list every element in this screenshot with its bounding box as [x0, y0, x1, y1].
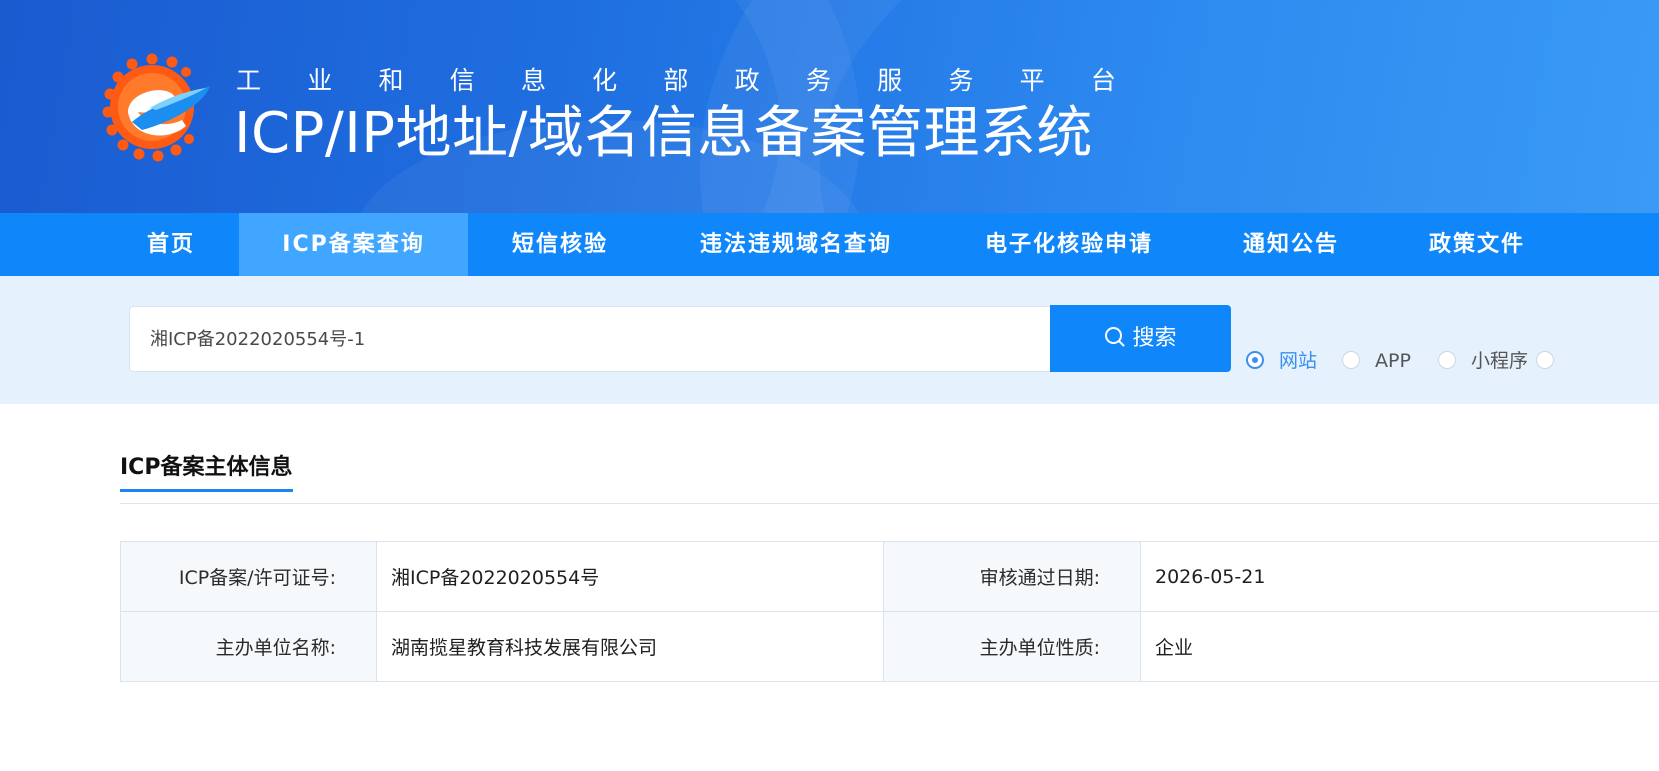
- subtitle-char: 服: [877, 66, 903, 95]
- subtitle-char: 务: [948, 66, 974, 95]
- subtitle-char: 息: [520, 66, 546, 95]
- organizer-type-value: 企业: [1140, 611, 1659, 682]
- subtitle-char: 工: [236, 66, 262, 95]
- icp-license-value: 湘ICP备2022020554号: [376, 541, 884, 612]
- nav-item-home[interactable]: 首页: [120, 213, 222, 276]
- subtitle-char: 和: [378, 66, 404, 95]
- nav-item-electronic-verify[interactable]: 电子化核验申请: [962, 213, 1176, 276]
- search-icon: [1105, 327, 1125, 347]
- search-button[interactable]: 搜索: [1050, 305, 1231, 372]
- radio-checked-icon: [1246, 351, 1264, 369]
- table-row: 主办单位名称: 湖南揽星教育科技发展有限公司 主办单位性质: 企业: [120, 611, 1659, 682]
- nav-item-illegal-domain-query[interactable]: 违法违规域名查询: [674, 213, 918, 276]
- organizer-name-label: 主办单位名称:: [120, 611, 377, 682]
- main-nav: 首页 ICP备案查询 短信核验 违法违规域名查询 电子化核验申请 通知公告 政策…: [0, 213, 1659, 276]
- organizer-type-label: 主办单位性质:: [883, 611, 1141, 682]
- miit-e-logo-icon: [102, 53, 210, 162]
- subtitle-char: 部: [663, 66, 689, 95]
- subtitle-char: 平: [1019, 66, 1045, 95]
- nav-item-notices[interactable]: 通知公告: [1220, 213, 1362, 276]
- organizer-name-value: 湖南揽星教育科技发展有限公司: [376, 611, 884, 682]
- radio-unchecked-icon: [1438, 351, 1456, 369]
- subtitle-char: 信: [449, 66, 475, 95]
- nav-item-icp-query[interactable]: ICP备案查询: [239, 213, 468, 276]
- radio-label: 网站: [1279, 350, 1318, 372]
- subtitle-char: 化: [592, 66, 618, 95]
- icp-license-label: ICP备案/许可证号:: [120, 541, 377, 612]
- search-button-label: 搜索: [1132, 326, 1177, 351]
- subtitle-char: 台: [1090, 66, 1116, 95]
- section-title: ICP备案主体信息: [120, 455, 293, 480]
- section-title-underline: [120, 489, 293, 492]
- radio-unchecked-icon: [1536, 351, 1554, 369]
- header-banner: 工 业 和 信 息 化 部 政 务 服 务 平 台 ICP/IP地址/域名信息备…: [0, 0, 1659, 213]
- approval-date-label: 审核通过日期:: [883, 541, 1141, 612]
- icp-subject-info-table: ICP备案/许可证号: 湘ICP备2022020554号 审核通过日期: 202…: [120, 541, 1659, 682]
- radio-unchecked-icon: [1342, 351, 1360, 369]
- approval-date-value: 2026-05-21: [1140, 541, 1659, 612]
- radio-label: 小程序: [1471, 350, 1529, 372]
- search-input[interactable]: 湘ICP备2022020554号-1: [129, 306, 1050, 372]
- subtitle-char: 务: [805, 66, 831, 95]
- system-title: ICP/IP地址/域名信息备案管理系统: [234, 101, 1093, 166]
- table-row: ICP备案/许可证号: 湘ICP备2022020554号 审核通过日期: 202…: [120, 541, 1659, 612]
- section-divider: [120, 503, 1659, 504]
- subtitle-char: 业: [307, 66, 333, 95]
- ministry-subtitle: 工 业 和 信 息 化 部 政 务 服 务 平 台: [236, 62, 1116, 100]
- subtitle-char: 政: [734, 66, 760, 95]
- nav-item-sms-verify[interactable]: 短信核验: [490, 213, 630, 276]
- radio-label: APP: [1375, 350, 1411, 372]
- nav-item-policy-docs[interactable]: 政策文件: [1406, 213, 1548, 276]
